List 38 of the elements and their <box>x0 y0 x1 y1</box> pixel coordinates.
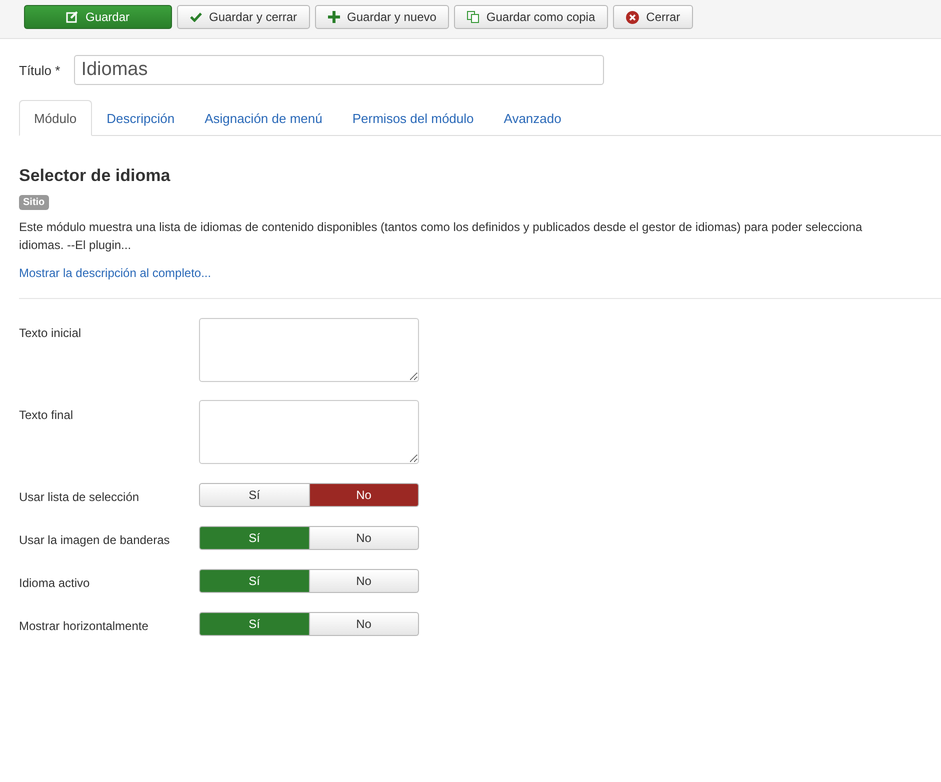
description-text: Este módulo muestra una lista de idiomas de contenido disponibles (tantos como los definidos y publicados desde el gestor de idiomas) para poder selecciona <box>19 219 864 236</box>
title-field[interactable]: Idiomas <box>74 55 604 85</box>
toggle-option[interactable]: No <box>310 526 419 550</box>
toggle-option[interactable]: Sí <box>199 483 310 507</box>
field-label: Usar la imagen de banderas <box>19 532 171 549</box>
edit-icon <box>66 11 78 23</box>
toggle-option[interactable]: Sí <box>199 526 310 550</box>
toggle-option[interactable]: No <box>310 483 419 507</box>
field-label: Texto final <box>19 407 74 424</box>
text-area[interactable] <box>199 400 419 464</box>
save-button[interactable]: Guardar <box>24 5 172 29</box>
site-badge: Sitio <box>19 195 49 210</box>
field-label: Usar lista de selección <box>19 489 140 506</box>
show-description-link[interactable]: Mostrar la descripción al completo... <box>19 266 212 280</box>
text-area[interactable] <box>199 318 419 382</box>
toolbar-button[interactable]: Guardar y cerrar <box>177 5 310 29</box>
toggle-option[interactable]: No <box>310 612 419 636</box>
check-icon <box>190 12 202 22</box>
field-label: Idioma activo <box>19 575 91 592</box>
tab[interactable]: Permisos del módulo <box>337 100 489 136</box>
tab[interactable]: Avanzado <box>488 100 576 136</box>
toolbar-button[interactable]: Guardar como copia <box>454 5 608 29</box>
close-icon <box>626 10 640 24</box>
field-label: Texto inicial <box>19 325 82 342</box>
tab[interactable]: Asignación de menú <box>190 100 338 136</box>
field-label: Título * <box>19 62 60 78</box>
tab[interactable]: Descripción <box>92 100 190 136</box>
toggle-option[interactable]: Sí <box>199 612 310 636</box>
toolbar-button[interactable]: Guardar y nuevo <box>315 5 450 29</box>
module-heading: Selector de idioma <box>19 166 172 186</box>
description-text: idiomas. --El plugin... <box>19 237 132 254</box>
toggle-option[interactable]: Sí <box>199 569 310 593</box>
tab[interactable]: Módulo <box>19 100 92 136</box>
copy-icon <box>467 11 480 23</box>
toolbar-button[interactable]: Cerrar <box>613 5 694 29</box>
plus-icon <box>328 11 340 23</box>
toggle-option[interactable]: No <box>310 569 419 593</box>
field-label: Mostrar horizontalmente <box>19 618 150 635</box>
